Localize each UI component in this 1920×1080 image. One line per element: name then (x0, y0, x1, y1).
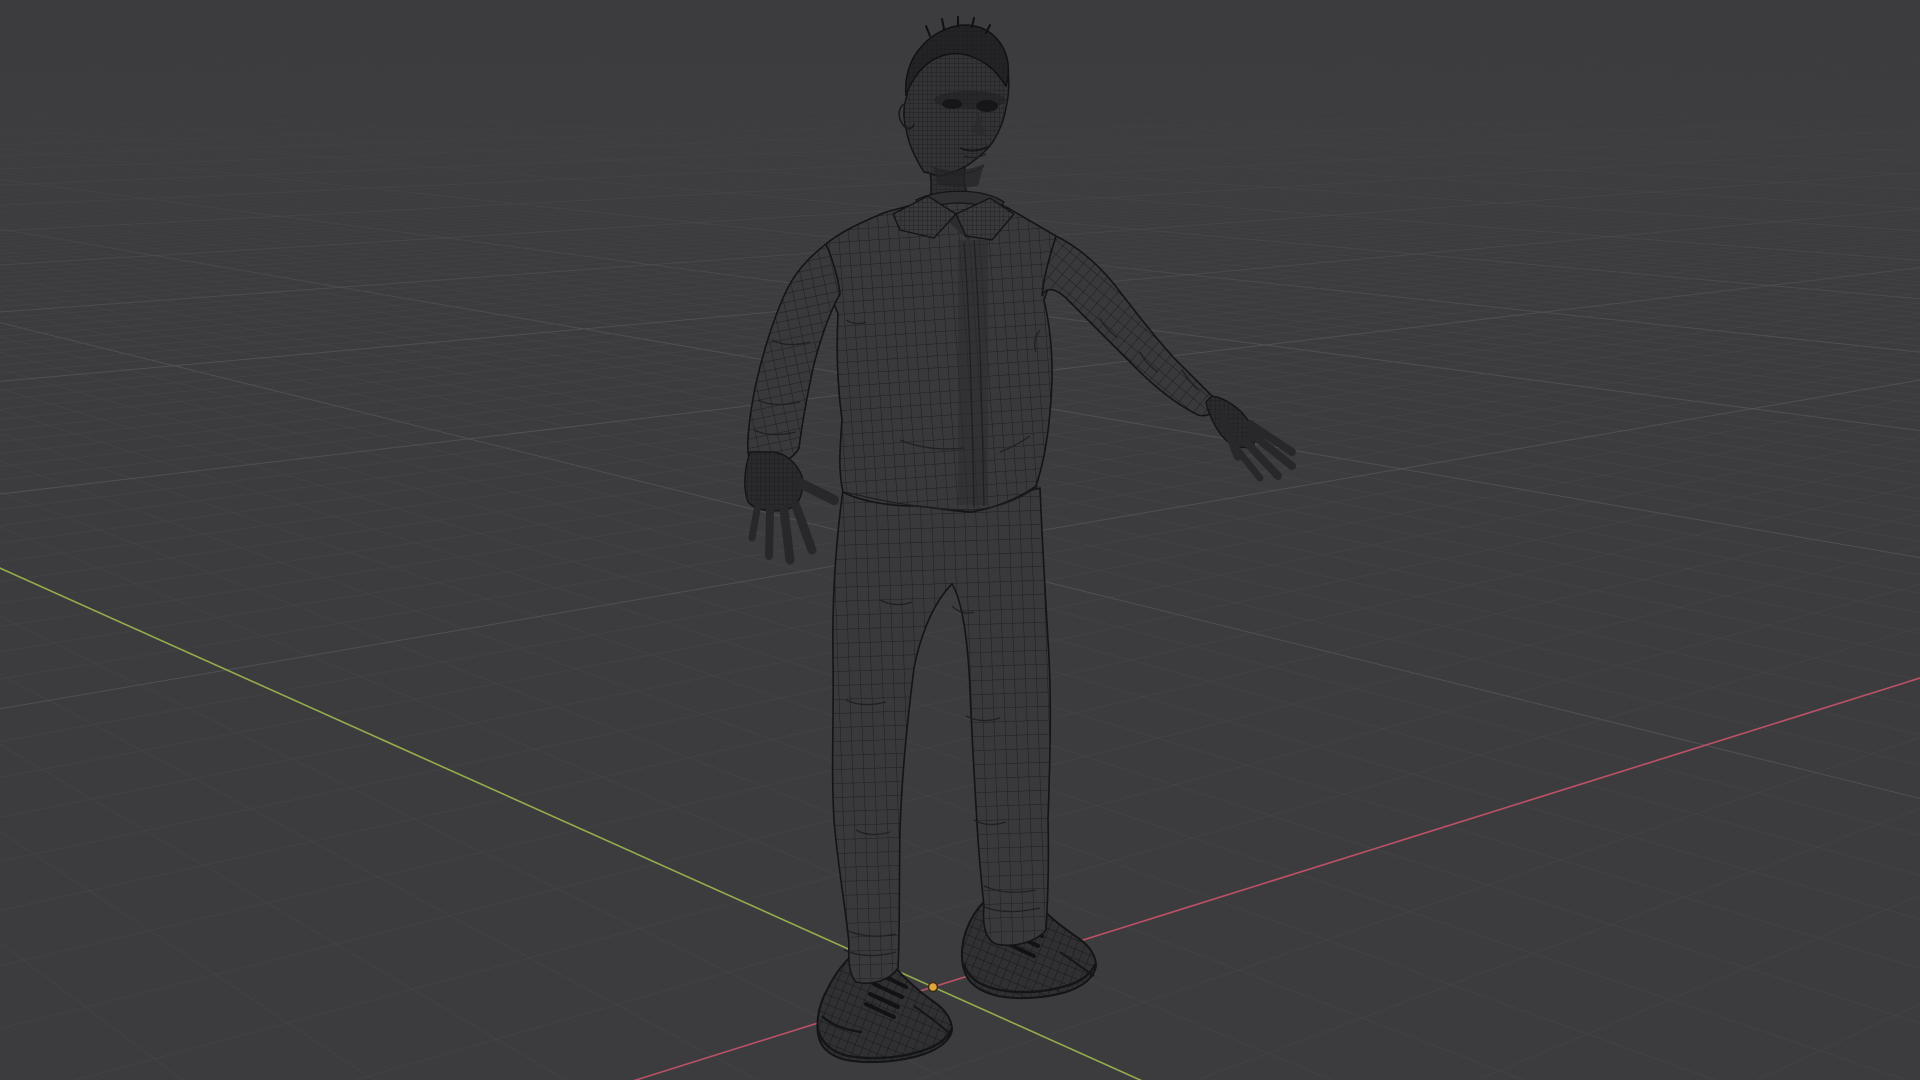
eye-left (942, 99, 962, 109)
eye-right (976, 100, 998, 112)
origin-marker[interactable] (927, 981, 939, 993)
viewport-svg (0, 0, 1920, 1080)
figure-torso-shirt (811, 198, 1058, 513)
viewport-canvas[interactable] (0, 0, 1920, 1080)
